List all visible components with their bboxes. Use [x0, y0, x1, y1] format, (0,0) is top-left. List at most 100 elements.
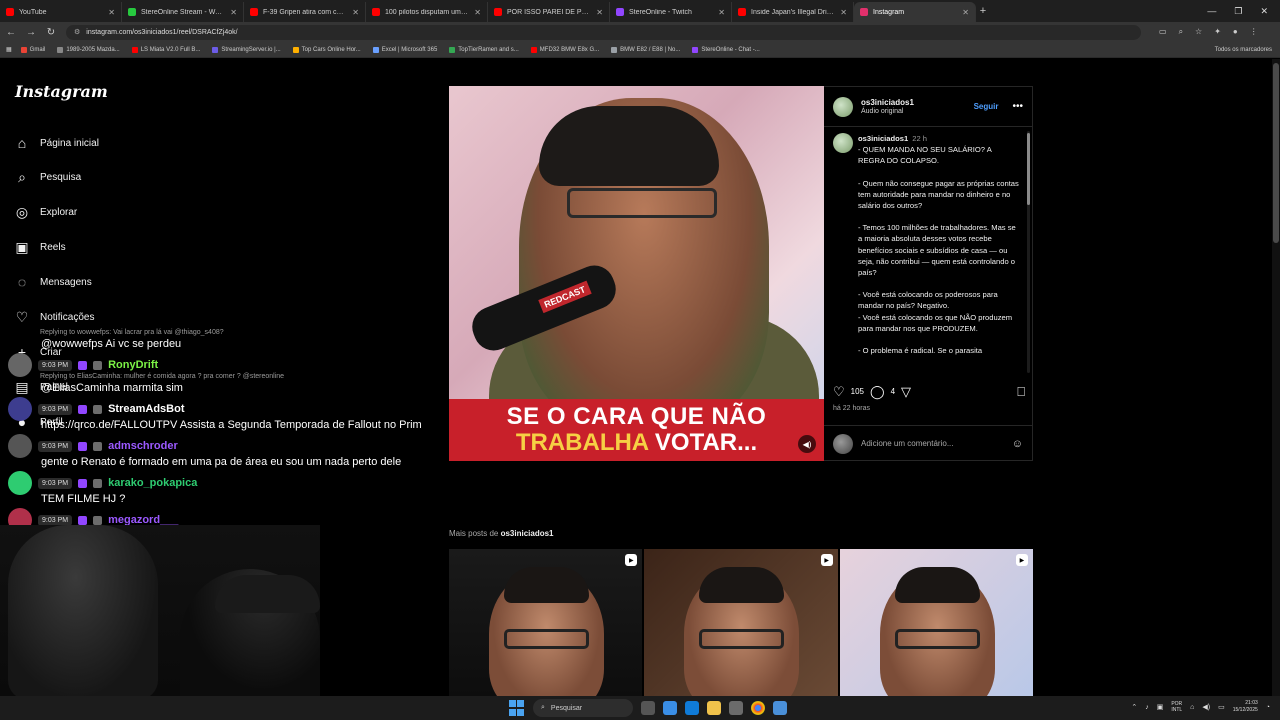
sidebar-item-reels[interactable]: ▣ Reels	[14, 239, 65, 255]
forward-icon[interactable]: →	[26, 27, 36, 38]
browser-tab[interactable]: YouTube ✕	[0, 2, 122, 22]
site-info-icon[interactable]: ⚙	[74, 28, 80, 36]
address-bar[interactable]: ⚙ instagram.com/os3iniciados1/reel/DSRAC…	[66, 24, 1141, 40]
caption-username[interactable]: os3iniciados1	[858, 134, 908, 143]
bookmark-item[interactable]: LS Miata V2.0 Full B...	[129, 46, 204, 53]
tab-close-icon[interactable]: ✕	[352, 8, 359, 17]
share-icon[interactable]: ▽	[901, 385, 911, 398]
post-thumbnail[interactable]: ▶	[449, 549, 643, 696]
bookmark-item[interactable]: 1989-2005 Mazda...	[54, 46, 122, 53]
tray-chevron-icon[interactable]: ⌃	[1131, 703, 1137, 711]
browser-tab[interactable]: Instagram ✕	[854, 2, 976, 22]
caption-time: 22 h	[912, 134, 928, 143]
browser-tab[interactable]: StereOnline Stream - Watch Li... ✕	[122, 2, 244, 22]
tab-close-icon[interactable]: ✕	[718, 8, 725, 17]
extensions-icon[interactable]: ✦	[1214, 27, 1221, 37]
post-thumbnail[interactable]: ▶	[839, 549, 1033, 696]
more-options-icon[interactable]: •••	[1012, 101, 1023, 112]
menu-icon[interactable]: ⋮	[1250, 27, 1258, 37]
profile-icon-browser[interactable]: ●	[1233, 27, 1238, 37]
apps-icon[interactable]: ▦	[6, 46, 12, 53]
save-bookmark-icon[interactable]: ⎕	[1017, 385, 1025, 398]
bookmark-star-icon[interactable]: ☆	[1195, 27, 1202, 37]
post-audio[interactable]: Áudio original	[861, 108, 966, 115]
bookmark-item[interactable]: Gmail	[18, 46, 49, 53]
notification-bell-icon[interactable]: ◔	[1266, 704, 1270, 711]
notepad-icon[interactable]	[773, 701, 787, 715]
chat-username[interactable]: StreamAdsBot	[108, 403, 184, 415]
browser-tab[interactable]: F-39 Gripen atira com canhão g... ✕	[244, 2, 366, 22]
sidebar-item-messenger[interactable]: ◌ Mensagens	[14, 274, 92, 290]
volume-icon[interactable]: ◀)	[1202, 703, 1210, 711]
like-heart-icon[interactable]: ♡	[833, 385, 845, 398]
clock[interactable]: 21:03 15/12/2025	[1233, 700, 1258, 714]
network-icon[interactable]: ⌂	[1190, 704, 1194, 711]
new-tab-icon[interactable]: +	[976, 5, 990, 17]
microphone-icon[interactable]: ♪	[1145, 704, 1149, 711]
chat-username[interactable]: karako_pokapica	[108, 477, 197, 489]
caption-scroll-thumb[interactable]	[1027, 133, 1030, 205]
close-window-icon[interactable]: ✕	[1260, 6, 1268, 17]
caption-avatar[interactable]	[833, 133, 853, 153]
instagram-logo[interactable]: Instagram	[15, 82, 108, 101]
tab-close-icon[interactable]: ✕	[840, 8, 847, 17]
reload-icon[interactable]: ↻	[46, 27, 56, 38]
copilot-icon[interactable]	[663, 701, 677, 715]
tab-close-icon[interactable]: ✕	[474, 8, 481, 17]
all-bookmarks[interactable]: Todos os marcadores	[1212, 47, 1280, 53]
avatar[interactable]	[833, 96, 853, 117]
tab-close-icon[interactable]: ✕	[596, 8, 603, 17]
bookmark-item[interactable]: BMW E82 / E88 | No...	[608, 46, 683, 53]
tab-label: StereOnline Stream - Watch Li...	[141, 8, 225, 16]
start-windows-icon[interactable]	[509, 700, 525, 716]
page-scroll-thumb[interactable]	[1273, 63, 1279, 243]
edge-icon[interactable]	[685, 701, 699, 715]
cast-icon[interactable]: ▭	[1159, 27, 1167, 37]
tab-close-icon[interactable]: ✕	[108, 8, 115, 17]
browser-tab[interactable]: StereOnline - Twitch ✕	[610, 2, 732, 22]
chrome-icon[interactable]	[751, 701, 765, 715]
bookmark-label: BMW E82 / E88 | No...	[620, 46, 681, 53]
file-explorer-icon[interactable]	[707, 701, 721, 715]
chat-username[interactable]: admschroder	[108, 440, 178, 452]
webcam-overlay	[0, 525, 320, 698]
bookmark-item[interactable]: TopTierRamen and s...	[446, 46, 521, 53]
maximize-icon[interactable]: ❐	[1234, 6, 1242, 17]
emoji-icon[interactable]: ☺	[1012, 438, 1023, 450]
tray-app-icon[interactable]: ▣	[1157, 703, 1164, 711]
zoom-icon[interactable]: ⌕	[1179, 27, 1183, 37]
browser-tab[interactable]: 100 pilotos disputam um jato g... ✕	[366, 2, 488, 22]
sidebar-item-search[interactable]: ⌕ Pesquisa	[14, 169, 81, 185]
comment-icon[interactable]: ◯	[870, 385, 885, 398]
bookmark-item[interactable]: MFD32 BMW E8x G...	[528, 46, 602, 53]
taskbar-search[interactable]: ⌕ Pesquisar	[533, 699, 633, 717]
more-posts-user[interactable]: os3iniciados1	[501, 529, 554, 538]
battery-icon[interactable]: ▭	[1218, 703, 1225, 711]
store-icon[interactable]	[729, 701, 743, 715]
chat-username[interactable]: RonyDrift	[108, 359, 158, 371]
bookmark-item[interactable]: StereOnline - Chat -...	[689, 46, 762, 53]
mute-icon[interactable]: ◀)	[798, 435, 816, 453]
bookmark-item[interactable]: StreamingServer.io |...	[209, 46, 283, 53]
sidebar-item-compass[interactable]: ◎ Explorar	[14, 204, 77, 220]
browser-tab[interactable]: POR ISSO PAREI DE POSTAR V... ✕	[488, 2, 610, 22]
browser-tab[interactable]: Inside Japan's Illegal Drifting U... ✕	[732, 2, 854, 22]
page-scrollbar[interactable]	[1272, 59, 1280, 696]
comment-input[interactable]: Adicione um comentário...	[861, 439, 1004, 448]
sidebar-item-heart[interactable]: ♡ Notificações	[14, 309, 95, 325]
task-view-icon[interactable]	[641, 701, 655, 715]
tab-close-icon[interactable]: ✕	[230, 8, 237, 17]
post-thumbnail[interactable]: ▶	[644, 549, 838, 696]
sidebar-item-home[interactable]: ⌂ Página inicial	[14, 135, 99, 151]
tab-close-icon[interactable]: ✕	[962, 8, 969, 17]
bookmark-item[interactable]: Top Cars Online Hor...	[290, 46, 364, 53]
bookmark-item[interactable]: Excel | Microsoft 365	[370, 46, 441, 53]
reel-video[interactable]: REDCAST SE O CARA QUE NÃO TRABALHA VOTAR…	[449, 86, 824, 461]
back-icon[interactable]: ←	[6, 27, 16, 38]
minimize-icon[interactable]: —	[1207, 6, 1216, 17]
follow-button[interactable]: Seguir	[974, 102, 999, 111]
post-username[interactable]: os3iniciados1	[861, 98, 966, 107]
language-indicator[interactable]: POR INTL	[1171, 701, 1182, 713]
tab-favicon-icon	[494, 8, 502, 16]
compass-icon: ◎	[15, 203, 29, 220]
